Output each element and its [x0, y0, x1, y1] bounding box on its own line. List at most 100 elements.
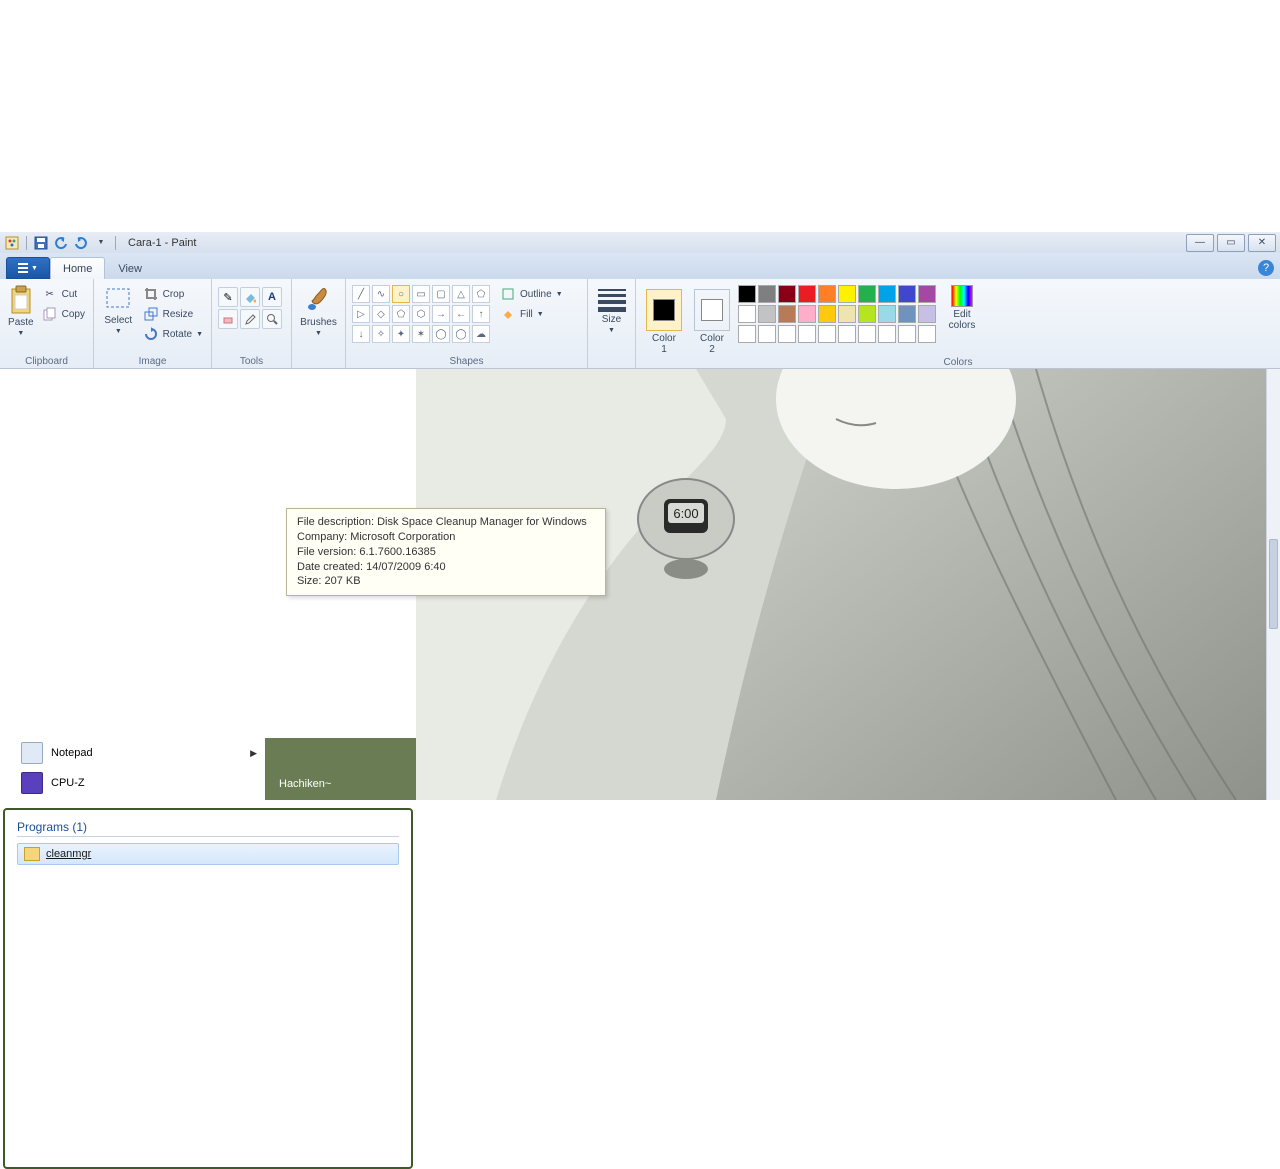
palette-swatch[interactable] — [878, 305, 896, 323]
start-item-notepad[interactable]: Notepad ▶ — [13, 738, 265, 768]
paint-app-icon — [4, 235, 20, 251]
palette-swatch[interactable] — [878, 285, 896, 303]
palette-swatch-empty[interactable] — [798, 325, 816, 343]
ribbon-tabs: ▼ Home View ? — [0, 253, 1280, 279]
shape-fill-button[interactable]: Fill▼ — [498, 305, 565, 323]
shapes-gallery[interactable]: ╱∿○▭▢△⬠ ▷◇⬠⬡→←↑ ↓✧✦✶◯◯☁ — [352, 281, 490, 343]
brushes-button[interactable]: Brushes▼ — [298, 281, 339, 337]
tab-view[interactable]: View — [105, 257, 155, 279]
qat-separator — [115, 236, 116, 250]
file-tab[interactable]: ▼ — [6, 257, 50, 279]
crop-icon — [143, 286, 159, 302]
save-icon[interactable] — [33, 235, 49, 251]
group-label: Colors — [642, 355, 1274, 369]
palette-swatch[interactable] — [818, 305, 836, 323]
crop-button[interactable]: Crop — [141, 285, 205, 303]
palette-swatch[interactable] — [858, 285, 876, 303]
redo-icon[interactable] — [73, 235, 89, 251]
rotate-button[interactable]: Rotate▼ — [141, 325, 205, 343]
group-brushes: Brushes▼ — [292, 279, 346, 368]
palette-swatch-empty[interactable] — [778, 325, 796, 343]
palette-swatch-empty[interactable] — [738, 325, 756, 343]
tab-home[interactable]: Home — [50, 257, 105, 279]
ribbon: Paste▼ ✂Cut Copy Clipboard Select▼ Crop … — [0, 279, 1280, 369]
submenu-arrow-icon: ▶ — [250, 748, 257, 759]
palette-swatch[interactable] — [778, 285, 796, 303]
program-icon — [24, 847, 40, 861]
eraser-tool[interactable] — [218, 309, 238, 329]
palette-swatch[interactable] — [798, 285, 816, 303]
magnifier-tool[interactable] — [262, 309, 282, 329]
palette-swatch[interactable] — [898, 305, 916, 323]
cut-button[interactable]: ✂Cut — [40, 285, 87, 303]
text-tool[interactable]: A — [262, 287, 282, 307]
palette-swatch[interactable] — [758, 285, 776, 303]
maximize-button[interactable]: ▭ — [1217, 234, 1245, 252]
palette-swatch[interactable] — [858, 305, 876, 323]
start-item-cpuz[interactable]: CPU-Z — [13, 768, 265, 798]
palette-swatch[interactable] — [918, 305, 936, 323]
group-clipboard: Paste▼ ✂Cut Copy Clipboard — [0, 279, 94, 368]
group-label: Image — [100, 354, 205, 368]
palette-swatch[interactable] — [838, 305, 856, 323]
start-user-panel: Hachiken~ — [265, 738, 416, 800]
palette-swatch[interactable] — [918, 285, 936, 303]
scissors-icon: ✂ — [42, 286, 58, 302]
rotate-icon — [143, 326, 159, 342]
palette-swatch[interactable] — [738, 305, 756, 323]
undo-icon[interactable] — [53, 235, 69, 251]
color-palette[interactable] — [738, 281, 936, 343]
group-size: Size▼ — [588, 279, 636, 368]
pencil-tool[interactable]: ✎ — [218, 287, 238, 307]
fill-tool[interactable] — [240, 287, 260, 307]
help-icon[interactable]: ? — [1258, 260, 1274, 276]
palette-swatch-empty[interactable] — [878, 325, 896, 343]
select-button[interactable]: Select▼ — [100, 281, 137, 335]
notepad-icon — [21, 742, 43, 764]
resize-button[interactable]: Resize — [141, 305, 205, 323]
size-icon — [598, 285, 626, 312]
picker-tool[interactable] — [240, 309, 260, 329]
palette-swatch[interactable] — [818, 285, 836, 303]
vertical-scrollbar[interactable] — [1266, 369, 1280, 800]
quick-access-toolbar: ▼ — [0, 235, 122, 251]
group-label — [594, 365, 629, 368]
start-search-results: Programs (1) cleanmgr — [3, 808, 413, 1169]
window-title: Cara-1 - Paint — [128, 237, 196, 249]
window-controls: — ▭ ✕ — [1183, 234, 1280, 252]
qat-customize-icon[interactable]: ▼ — [93, 235, 109, 251]
paste-button[interactable]: Paste▼ — [6, 281, 36, 337]
palette-swatch-empty[interactable] — [898, 325, 916, 343]
close-button[interactable]: ✕ — [1248, 234, 1276, 252]
palette-swatch-empty[interactable] — [818, 325, 836, 343]
palette-swatch-empty[interactable] — [918, 325, 936, 343]
group-shapes: ╱∿○▭▢△⬠ ▷◇⬠⬡→←↑ ↓✧✦✶◯◯☁ Outline▼ Fill▼ S… — [346, 279, 588, 368]
palette-swatch[interactable] — [778, 305, 796, 323]
copy-button[interactable]: Copy — [40, 305, 87, 323]
palette-swatch[interactable] — [838, 285, 856, 303]
search-result-cleanmgr[interactable]: cleanmgr — [17, 843, 399, 865]
palette-swatch[interactable] — [738, 285, 756, 303]
search-category-header: Programs (1) — [17, 820, 399, 837]
group-colors: Color 1 Color 2 Edit colors Colors — [636, 279, 1280, 368]
palette-swatch[interactable] — [898, 285, 916, 303]
palette-swatch-empty[interactable] — [758, 325, 776, 343]
minimize-button[interactable]: — — [1186, 234, 1214, 252]
size-button[interactable]: Size▼ — [594, 281, 629, 334]
username-label: Hachiken~ — [279, 778, 331, 790]
edit-colors-icon — [951, 285, 973, 307]
color1-button[interactable]: Color 1 — [642, 281, 686, 355]
scrollbar-thumb[interactable] — [1269, 539, 1278, 629]
group-label: Tools — [218, 354, 285, 368]
start-programs-column: Notepad ▶ CPU-Z — [13, 738, 265, 798]
palette-swatch[interactable] — [798, 305, 816, 323]
copy-icon — [42, 306, 58, 322]
palette-swatch-empty[interactable] — [838, 325, 856, 343]
palette-swatch-empty[interactable] — [858, 325, 876, 343]
svg-text:6:00: 6:00 — [673, 506, 698, 521]
start-menu-overlay: Notepad ▶ CPU-Z Hachiken~ Programs (1) c… — [3, 738, 413, 1169]
edit-colors-button[interactable]: Edit colors — [940, 281, 984, 331]
shape-outline-button[interactable]: Outline▼ — [498, 285, 565, 303]
color2-button[interactable]: Color 2 — [690, 281, 734, 355]
palette-swatch[interactable] — [758, 305, 776, 323]
